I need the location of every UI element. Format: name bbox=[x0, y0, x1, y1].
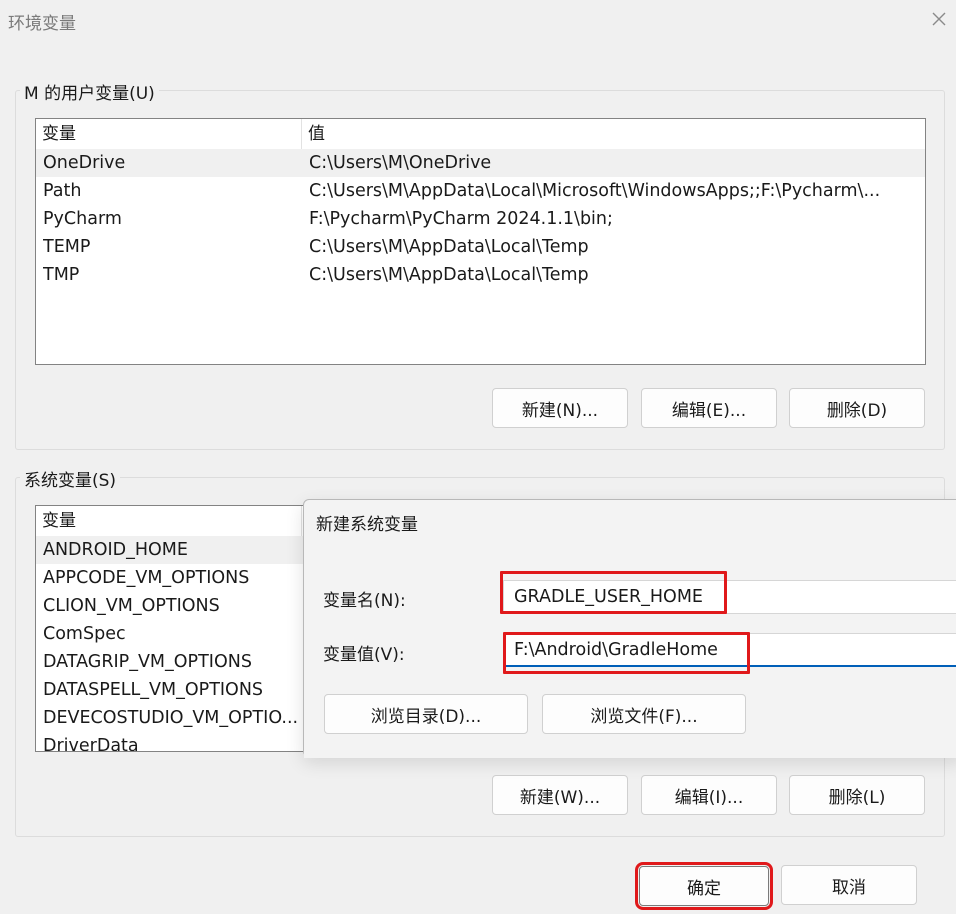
close-button[interactable] bbox=[922, 2, 956, 36]
close-icon bbox=[932, 12, 946, 26]
variable-name-cell: Path bbox=[43, 181, 82, 201]
variable-name-input[interactable]: GRADLE_USER_HOME bbox=[503, 580, 956, 614]
variable-value-input[interactable]: F:\Android\GradleHome bbox=[503, 633, 956, 667]
table-row[interactable]: TMP C:\Users\M\AppData\Local\Temp bbox=[36, 261, 925, 289]
environment-variables-window: 环境变量 M 的用户变量(U) 变量 值 OneDrive C:\Users\M\… bbox=[0, 0, 956, 914]
variable-name-cell: OneDrive bbox=[43, 153, 126, 173]
variable-value-cell: C:\Users\M\AppData\Local\Temp bbox=[309, 237, 589, 257]
variable-name-cell: TEMP bbox=[43, 237, 91, 257]
user-variables-rows: OneDrive C:\Users\M\OneDrive Path C:\Users\… bbox=[36, 149, 925, 289]
variable-name-label: 变量名(N): bbox=[323, 591, 406, 611]
variable-name-cell: DATASPELL_VM_OPTIONS bbox=[43, 680, 264, 700]
user-new-button[interactable]: 新建(N)... bbox=[492, 388, 628, 428]
browse-file-button[interactable]: 浏览文件(F)... bbox=[542, 694, 746, 734]
variable-name-cell: CLION_VM_OPTIONS bbox=[43, 596, 220, 616]
user-variables-label: M 的用户变量(U) bbox=[20, 79, 159, 104]
system-edit-button[interactable]: 编辑(I)... bbox=[641, 775, 777, 815]
system-variables-label: 系统变量(S) bbox=[20, 466, 121, 491]
user-edit-button[interactable]: 编辑(E)... bbox=[641, 388, 777, 428]
browse-directory-button[interactable]: 浏览目录(D)... bbox=[324, 694, 528, 734]
cancel-button[interactable]: 取消 bbox=[781, 865, 917, 905]
new-system-variable-dialog: 新建系统变量 变量名(N): GRADLE_USER_HOME 变量值(V): … bbox=[303, 499, 956, 758]
column-header-name[interactable]: 变量 bbox=[36, 119, 302, 149]
window-title: 环境变量 bbox=[8, 14, 76, 34]
variable-value-cell: C:\Users\M\AppData\Local\Temp bbox=[309, 265, 589, 285]
variable-name-cell: ComSpec bbox=[43, 624, 126, 644]
variable-value-cell: C:\Users\M\AppData\Local\Microsoft\Windo… bbox=[309, 181, 881, 201]
variable-name-cell: DriverData bbox=[43, 736, 139, 752]
table-row[interactable]: Path C:\Users\M\AppData\Local\Microsoft\W… bbox=[36, 177, 925, 205]
user-variables-header: 变量 值 bbox=[36, 119, 925, 149]
column-header-name[interactable]: 变量 bbox=[36, 506, 302, 536]
variable-name-cell: DEVECOSTUDIO_VM_OPTIO... bbox=[43, 708, 298, 728]
user-delete-button[interactable]: 删除(D) bbox=[789, 388, 925, 428]
system-new-button[interactable]: 新建(W)... bbox=[492, 775, 628, 815]
table-row[interactable]: TEMP C:\Users\M\AppData\Local\Temp bbox=[36, 233, 925, 261]
table-row[interactable]: OneDrive C:\Users\M\OneDrive bbox=[36, 149, 925, 177]
ok-button[interactable]: 确定 bbox=[635, 862, 773, 910]
dialog-title: 新建系统变量 bbox=[316, 515, 418, 535]
variable-value-cell: F:\Pycharm\PyCharm 2024.1.1\bin; bbox=[309, 209, 613, 229]
column-header-value[interactable]: 值 bbox=[302, 119, 902, 149]
variable-name-cell: DATAGRIP_VM_OPTIONS bbox=[43, 652, 252, 672]
system-delete-button[interactable]: 删除(L) bbox=[789, 775, 925, 815]
dialog-body: 变量名(N): GRADLE_USER_HOME 变量值(V): F:\Andr… bbox=[304, 544, 956, 758]
user-variables-list[interactable]: 变量 值 OneDrive C:\Users\M\OneDrive Path C:\U… bbox=[35, 118, 926, 365]
variable-name-cell: APPCODE_VM_OPTIONS bbox=[43, 568, 250, 588]
variable-value-label: 变量值(V): bbox=[323, 645, 405, 665]
variable-name-cell: TMP bbox=[43, 265, 80, 285]
variable-name-cell: ANDROID_HOME bbox=[43, 540, 188, 560]
variable-name-cell: PyCharm bbox=[43, 209, 122, 229]
table-row[interactable]: PyCharm F:\Pycharm\PyCharm 2024.1.1\bin; bbox=[36, 205, 925, 233]
variable-value-cell: C:\Users\M\OneDrive bbox=[309, 153, 492, 173]
